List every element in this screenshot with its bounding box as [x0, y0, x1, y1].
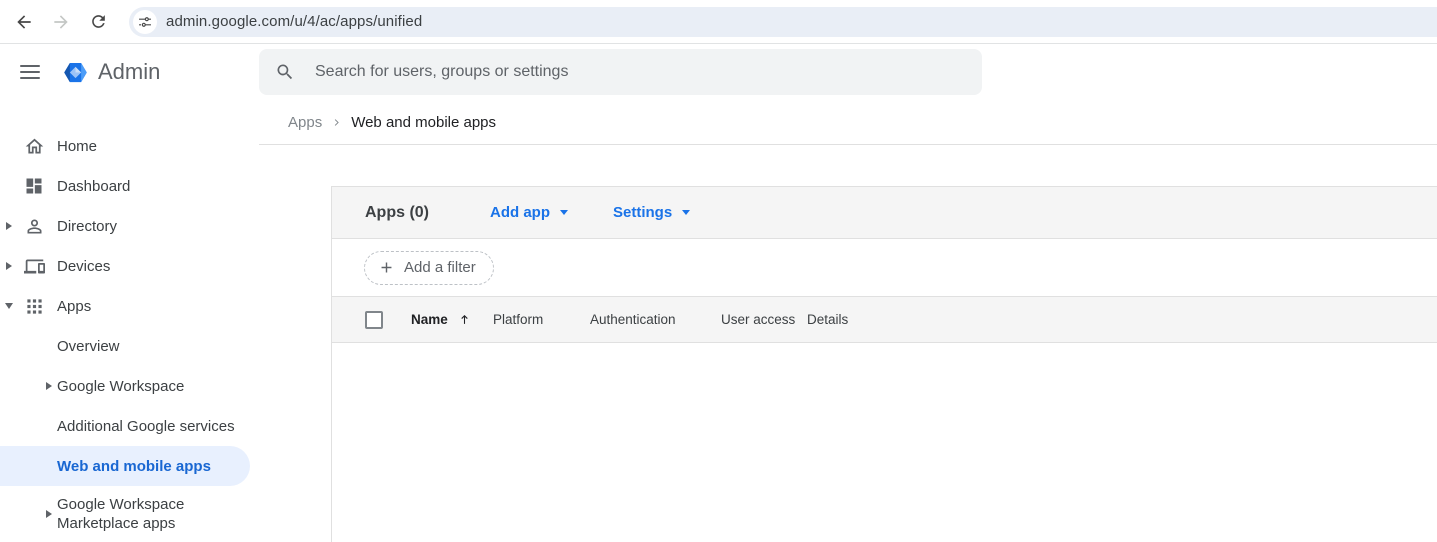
- sidebar-item-additional-google-services[interactable]: Additional Google services: [0, 406, 259, 446]
- column-header-name[interactable]: Name: [411, 312, 493, 327]
- search-input[interactable]: [315, 63, 966, 81]
- arrow-forward-icon: [51, 12, 71, 32]
- column-header-user-access[interactable]: User access: [721, 312, 807, 327]
- app-header: Admin: [0, 44, 1437, 100]
- breadcrumb-current-page: Web and mobile apps: [351, 114, 496, 131]
- apps-grid-icon: [23, 295, 45, 317]
- apps-table-header: Name Platform Authentication User access…: [332, 297, 1437, 343]
- settings-button[interactable]: Settings: [613, 204, 690, 221]
- global-search[interactable]: [259, 49, 982, 95]
- person-icon: [23, 215, 45, 237]
- brand-area: Admin: [0, 59, 259, 86]
- add-app-button[interactable]: Add app: [490, 204, 568, 221]
- address-bar[interactable]: admin.google.com/u/4/ac/apps/unified: [129, 7, 1437, 37]
- chevron-down-icon: [682, 210, 690, 215]
- devices-icon: [23, 255, 45, 277]
- browser-forward-button[interactable]: [49, 10, 73, 34]
- home-icon: [23, 135, 45, 157]
- expand-collapsed-icon[interactable]: [44, 509, 54, 519]
- filter-bar: Add a filter: [332, 239, 1437, 297]
- column-header-authentication[interactable]: Authentication: [590, 312, 721, 327]
- main-content: Apps (0) Add app Settings Add a filter N…: [331, 186, 1437, 542]
- expand-collapsed-icon[interactable]: [4, 221, 14, 231]
- site-settings-icon[interactable]: [133, 10, 157, 34]
- sidebar-item-marketplace-apps[interactable]: Google Workspace Marketplace apps: [0, 486, 259, 542]
- url-text: admin.google.com/u/4/ac/apps/unified: [166, 13, 422, 30]
- add-filter-button[interactable]: Add a filter: [364, 251, 494, 285]
- chevron-down-icon: [560, 210, 568, 215]
- sidebar-item-web-and-mobile-apps[interactable]: Web and mobile apps: [0, 446, 250, 486]
- breadcrumb: Apps Web and mobile apps: [259, 100, 1437, 145]
- dashboard-icon: [23, 175, 45, 197]
- sidebar-item-google-workspace[interactable]: Google Workspace: [0, 366, 259, 406]
- chevron-right-icon: [331, 117, 342, 128]
- sidebar-item-devices[interactable]: Devices: [0, 246, 259, 286]
- admin-logo-icon: [62, 59, 89, 86]
- google-admin-console: admin.google.com/u/4/ac/apps/unified Adm…: [0, 0, 1437, 542]
- sidebar-nav: Home Dashboard Directory Devices: [0, 100, 259, 542]
- apps-count-title: Apps (0): [365, 204, 429, 222]
- column-header-platform[interactable]: Platform: [493, 312, 590, 327]
- expand-collapsed-icon[interactable]: [44, 381, 54, 391]
- expand-collapsed-icon[interactable]: [4, 261, 14, 271]
- menu-icon[interactable]: [20, 65, 40, 79]
- select-all-checkbox[interactable]: [365, 311, 383, 329]
- product-name: Admin: [98, 59, 160, 85]
- apps-toolbar: Apps (0) Add app Settings: [332, 186, 1437, 239]
- browser-toolbar: admin.google.com/u/4/ac/apps/unified: [0, 0, 1437, 44]
- breadcrumb-apps-link[interactable]: Apps: [288, 114, 322, 131]
- sort-ascending-icon: [457, 312, 472, 327]
- sidebar-item-home[interactable]: Home: [0, 126, 259, 166]
- expand-expanded-icon[interactable]: [4, 301, 14, 311]
- reload-icon: [89, 12, 108, 31]
- arrow-back-icon: [14, 12, 34, 32]
- browser-reload-button[interactable]: [86, 10, 110, 34]
- sidebar-item-overview[interactable]: Overview: [0, 326, 259, 366]
- column-header-details[interactable]: Details: [807, 312, 848, 327]
- sidebar-item-dashboard[interactable]: Dashboard: [0, 166, 259, 206]
- sidebar-item-apps[interactable]: Apps: [0, 286, 259, 326]
- browser-back-button[interactable]: [12, 10, 36, 34]
- plus-icon: [378, 259, 395, 276]
- search-icon: [275, 62, 295, 82]
- sidebar-item-directory[interactable]: Directory: [0, 206, 259, 246]
